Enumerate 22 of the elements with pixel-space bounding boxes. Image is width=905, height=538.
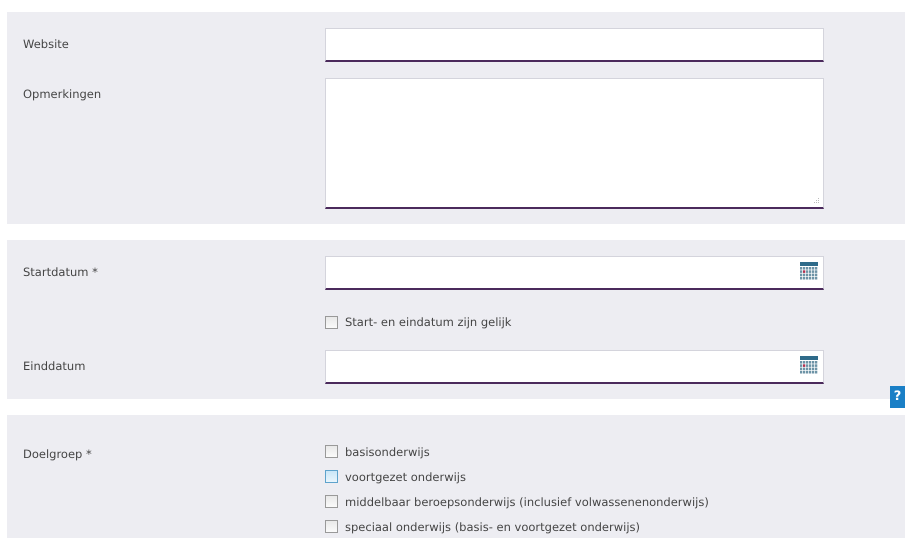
checkbox-label: voortgezet onderwijs bbox=[345, 470, 466, 484]
checkbox[interactable] bbox=[325, 470, 338, 483]
input-field[interactable] bbox=[325, 28, 824, 62]
checkbox-label: Start- en eindatum zijn gelijk bbox=[345, 315, 512, 329]
field-label: Einddatum bbox=[23, 359, 86, 373]
field-label: Opmerkingen bbox=[23, 87, 102, 101]
checkbox[interactable] bbox=[325, 520, 338, 533]
checkbox[interactable] bbox=[325, 495, 338, 508]
date-field[interactable] bbox=[325, 256, 824, 290]
field-label: Website bbox=[23, 37, 69, 51]
date-field[interactable] bbox=[325, 350, 824, 384]
calendar-icon[interactable] bbox=[800, 262, 818, 280]
checkbox-label: middelbaar beroepsonderwijs (inclusief volwassenenonderwijs) bbox=[345, 494, 709, 508]
checkbox-label: speciaal onderwijs (basis- en voortgezet onderwijs) bbox=[345, 520, 640, 534]
text-area[interactable] bbox=[325, 78, 824, 209]
checkbox[interactable] bbox=[325, 316, 338, 328]
help-button[interactable]: ? bbox=[890, 386, 905, 408]
field-label: Doelgroep * bbox=[23, 447, 92, 461]
checkbox[interactable] bbox=[325, 445, 338, 458]
field-label: Startdatum * bbox=[23, 265, 98, 279]
calendar-icon[interactable] bbox=[800, 356, 818, 374]
checkbox-label: basisonderwijs bbox=[345, 444, 430, 458]
